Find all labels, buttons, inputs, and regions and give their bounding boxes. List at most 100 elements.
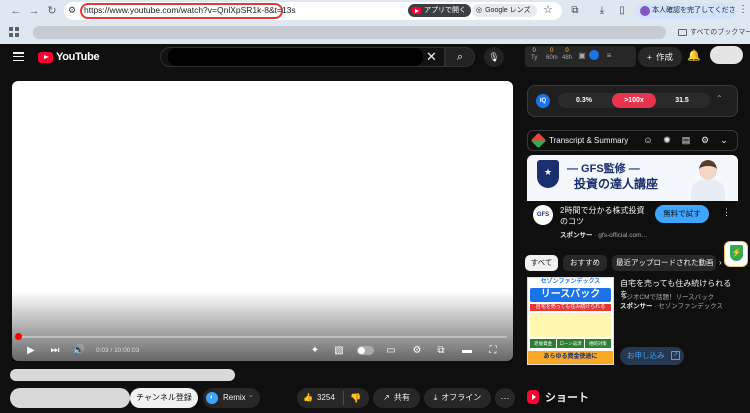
bookmarks-bar-redacted: [33, 26, 666, 39]
youtube-logo[interactable]: YouTube: [38, 51, 100, 63]
ad-title[interactable]: 2時間で分かる株式投資のコツ: [560, 205, 652, 227]
autoplay-toggle[interactable]: [357, 346, 374, 355]
volume-icon[interactable]: 🔊: [72, 344, 86, 357]
chevron-down-icon: ⌄: [248, 392, 254, 399]
like-button[interactable]: 👍 3254: [303, 388, 335, 408]
url-text[interactable]: https://www.youtube.com/watch?v=QnlXpSR1…: [84, 5, 296, 15]
notes-icon[interactable]: ▤: [680, 134, 692, 146]
search-icon: ⌕: [456, 51, 464, 63]
avatar[interactable]: [710, 46, 743, 64]
shield-bolt-icon: ⚡: [730, 245, 743, 261]
ext-stat-2: 0 60m: [546, 48, 558, 61]
google-lens-label: Google レンズ: [485, 7, 531, 14]
ad-more-icon[interactable]: ⋮: [722, 207, 731, 218]
list-icon[interactable]: ≡: [603, 50, 615, 62]
lens-icon: ◎: [476, 7, 483, 14]
share-button[interactable]: ↗ 共有: [373, 388, 420, 408]
mic-icon: 🎙: [488, 52, 500, 62]
extension-player-icon[interactable]: ▧: [332, 344, 346, 357]
bookmark-star-icon[interactable]: ☆: [543, 4, 553, 17]
ad2-sponsor-line: スポンサー · セゾンファンデックス: [620, 303, 723, 310]
voice-search-button[interactable]: 🎙: [484, 47, 504, 67]
profile-chip[interactable]: 本人確認を完了してください: [636, 3, 736, 19]
video-title-redacted: [10, 369, 235, 381]
stat-pill-multiplier[interactable]: >100x: [612, 93, 656, 108]
ad-sponsor-line: スポンサー · gfs-official.com...: [560, 232, 647, 239]
youtube-logo-text: YouTube: [56, 51, 100, 63]
subtitles-icon[interactable]: ▭: [384, 344, 398, 357]
clear-search-icon[interactable]: ✕: [426, 48, 437, 66]
like-count: 3254: [316, 393, 335, 402]
browser-menu-icon[interactable]: ⋮: [738, 4, 748, 15]
shield-logo-icon: ★: [537, 160, 559, 188]
progress-bar[interactable]: [18, 336, 507, 338]
chevron-right-icon[interactable]: ›: [719, 258, 722, 267]
advertiser-logo[interactable]: GFS: [533, 205, 553, 225]
create-label: 作成: [655, 52, 673, 62]
stat-pill-percent[interactable]: 0.3%: [562, 93, 606, 108]
dislike-button[interactable]: 👎: [350, 388, 361, 408]
ad2-thumb-tag: 老後資金: [530, 339, 557, 348]
search-button[interactable]: ⌕: [445, 47, 475, 67]
ad2-thumb-headline: リースバック: [530, 288, 611, 302]
offline-button[interactable]: ⤓ オフライン: [424, 388, 491, 408]
chip-recommended[interactable]: おすすめ: [563, 255, 607, 271]
settings-gear-icon[interactable]: ⚙: [699, 134, 711, 146]
ad2-thumb-brand: セゾンファンデックス: [540, 279, 601, 285]
google-lens-button[interactable]: ◎ Google レンズ: [472, 4, 537, 17]
all-bookmarks-folder[interactable]: すべてのブックマーク: [678, 27, 750, 37]
ai-sparkle-icon[interactable]: ✦: [308, 344, 322, 357]
open-in-app-button[interactable]: アプリで開く: [408, 4, 471, 17]
ad-presenter-image: [683, 156, 735, 201]
play-icon[interactable]: ▶: [24, 344, 38, 357]
subscribe-button[interactable]: チャンネル登録: [130, 388, 198, 408]
openai-icon[interactable]: ✺: [661, 134, 673, 146]
plus-icon: +: [647, 52, 652, 62]
image-icon[interactable]: ▣: [576, 50, 588, 62]
thumbs-down-icon: 👎: [350, 393, 362, 403]
robot-icon[interactable]: ☺: [642, 134, 654, 146]
ad-banner-line2: 投資の達人講座: [574, 177, 659, 191]
video-player[interactable]: ▶ ⏭ 🔊 0:03 / 10:00:03 ✦ ▧ ▭ ⚙ ⧉ ▬ ⛶: [12, 81, 513, 361]
open-in-app-label: アプリで開く: [424, 7, 466, 14]
time-display: 0:03 / 10:00:03: [96, 347, 140, 354]
ad2-thumb-tag: 相続対策: [584, 339, 611, 348]
external-link-icon: ↗: [671, 351, 680, 360]
ad-cta-button[interactable]: 無料で試す: [655, 205, 709, 223]
youtube-icon: [412, 7, 421, 14]
sidebar-icon[interactable]: ▯: [616, 5, 628, 17]
apps-grid-icon[interactable]: [9, 27, 19, 37]
notifications-bell-icon[interactable]: 🔔: [687, 49, 701, 62]
stat-pill-score[interactable]: 31.5: [660, 93, 704, 108]
back-icon[interactable]: ←: [9, 4, 23, 18]
theater-mode-icon[interactable]: ▬: [460, 344, 474, 357]
site-settings-icon[interactable]: ⚙: [66, 4, 78, 16]
next-icon[interactable]: ⏭: [48, 344, 62, 357]
channel-info-redacted[interactable]: [10, 388, 130, 408]
extensions-icon[interactable]: ⧉: [569, 5, 581, 17]
transcript-label: Transcript & Summary: [549, 136, 629, 145]
settings-gear-icon[interactable]: ⚙: [410, 344, 424, 357]
miniplayer-icon[interactable]: ⧉: [434, 344, 448, 357]
download-icon: ⤓: [433, 393, 438, 402]
chip-all[interactable]: すべて: [525, 255, 558, 271]
chip-recent-uploads[interactable]: 最近アップロードされた動画: [612, 255, 716, 271]
ad2-thumb-row: 老後資金 ローン返済 相続対策: [530, 339, 611, 348]
reload-icon[interactable]: ↻: [45, 4, 59, 18]
forward-icon[interactable]: →: [27, 4, 41, 18]
more-actions-icon[interactable]: ⋯: [495, 388, 515, 408]
menu-icon[interactable]: [13, 52, 24, 61]
create-button[interactable]: + 作成: [638, 47, 682, 67]
thumbs-up-icon: 👍: [303, 393, 313, 402]
shorts-heading: ショート: [545, 392, 589, 404]
fullscreen-icon[interactable]: ⛶: [486, 344, 500, 357]
chevron-up-icon[interactable]: ⌃: [716, 94, 723, 103]
globe-icon[interactable]: [589, 50, 599, 60]
progress-scrubber[interactable]: [15, 333, 22, 340]
chevron-down-icon[interactable]: ⌄: [718, 134, 730, 146]
download-icon[interactable]: ⤓: [596, 5, 608, 17]
offline-label: オフライン: [441, 393, 482, 402]
shorts-icon: [527, 390, 539, 404]
like-divider: [343, 391, 344, 405]
iq-badge-icon[interactable]: IQ: [536, 94, 550, 108]
